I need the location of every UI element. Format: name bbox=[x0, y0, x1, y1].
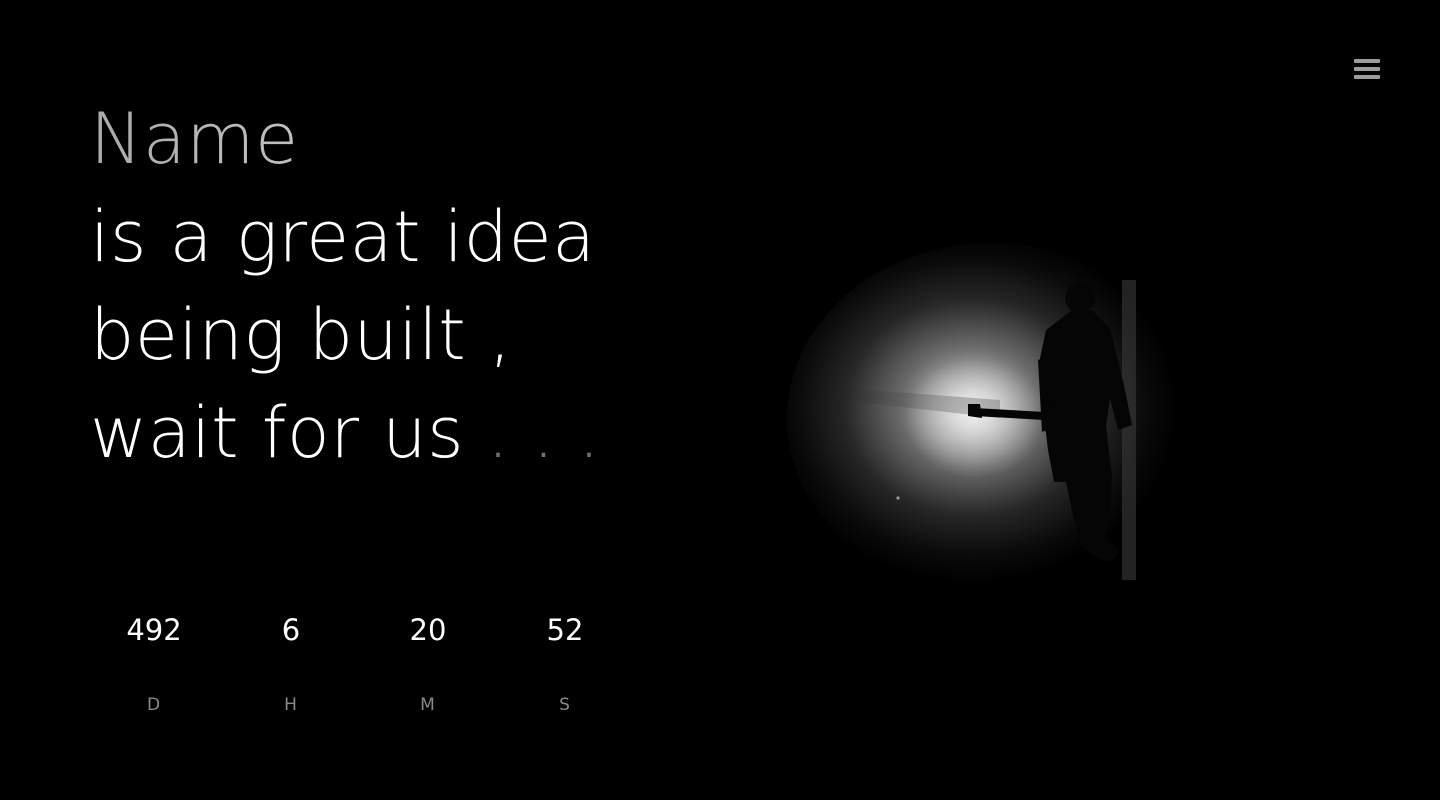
countdown-days-label: D bbox=[146, 695, 162, 715]
countdown-seconds: 52 S bbox=[497, 610, 633, 716]
countdown-days: 492 D bbox=[86, 610, 222, 716]
stage-pillar bbox=[1122, 280, 1136, 580]
menu-bar-top bbox=[1354, 59, 1380, 63]
headline-line-4: wait for us . . . bbox=[90, 384, 730, 482]
countdown-seconds-label: S bbox=[559, 695, 571, 715]
hamburger-menu-button[interactable] bbox=[1350, 56, 1384, 84]
countdown-minutes-value: 20 bbox=[409, 613, 447, 647]
menu-bar-middle bbox=[1354, 67, 1380, 71]
countdown-hours-label: H bbox=[284, 695, 298, 715]
guitarist-silhouette-image bbox=[780, 220, 1240, 640]
countdown-minutes-label: M bbox=[420, 695, 436, 715]
stage-light-dot bbox=[896, 496, 900, 500]
headline-line-4-text: wait for us bbox=[90, 392, 465, 474]
headline-line-2: is a great idea bbox=[90, 196, 596, 278]
countdown-days-value: 492 bbox=[126, 613, 182, 647]
headline-ellipsis: . . . bbox=[464, 392, 601, 474]
countdown-hours-value: 6 bbox=[281, 613, 301, 647]
headline-line-3: being built , bbox=[90, 294, 512, 376]
countdown-timer: 492 D 6 H 20 M 52 S bbox=[86, 610, 646, 730]
countdown-hours: 6 H bbox=[223, 610, 359, 716]
headline-name: Name bbox=[90, 90, 730, 188]
countdown-minutes: 20 M bbox=[360, 610, 496, 716]
countdown-seconds-value: 52 bbox=[546, 613, 584, 647]
menu-bar-bottom bbox=[1354, 75, 1380, 79]
headline: Name is a great idea being built , wait … bbox=[90, 90, 730, 482]
